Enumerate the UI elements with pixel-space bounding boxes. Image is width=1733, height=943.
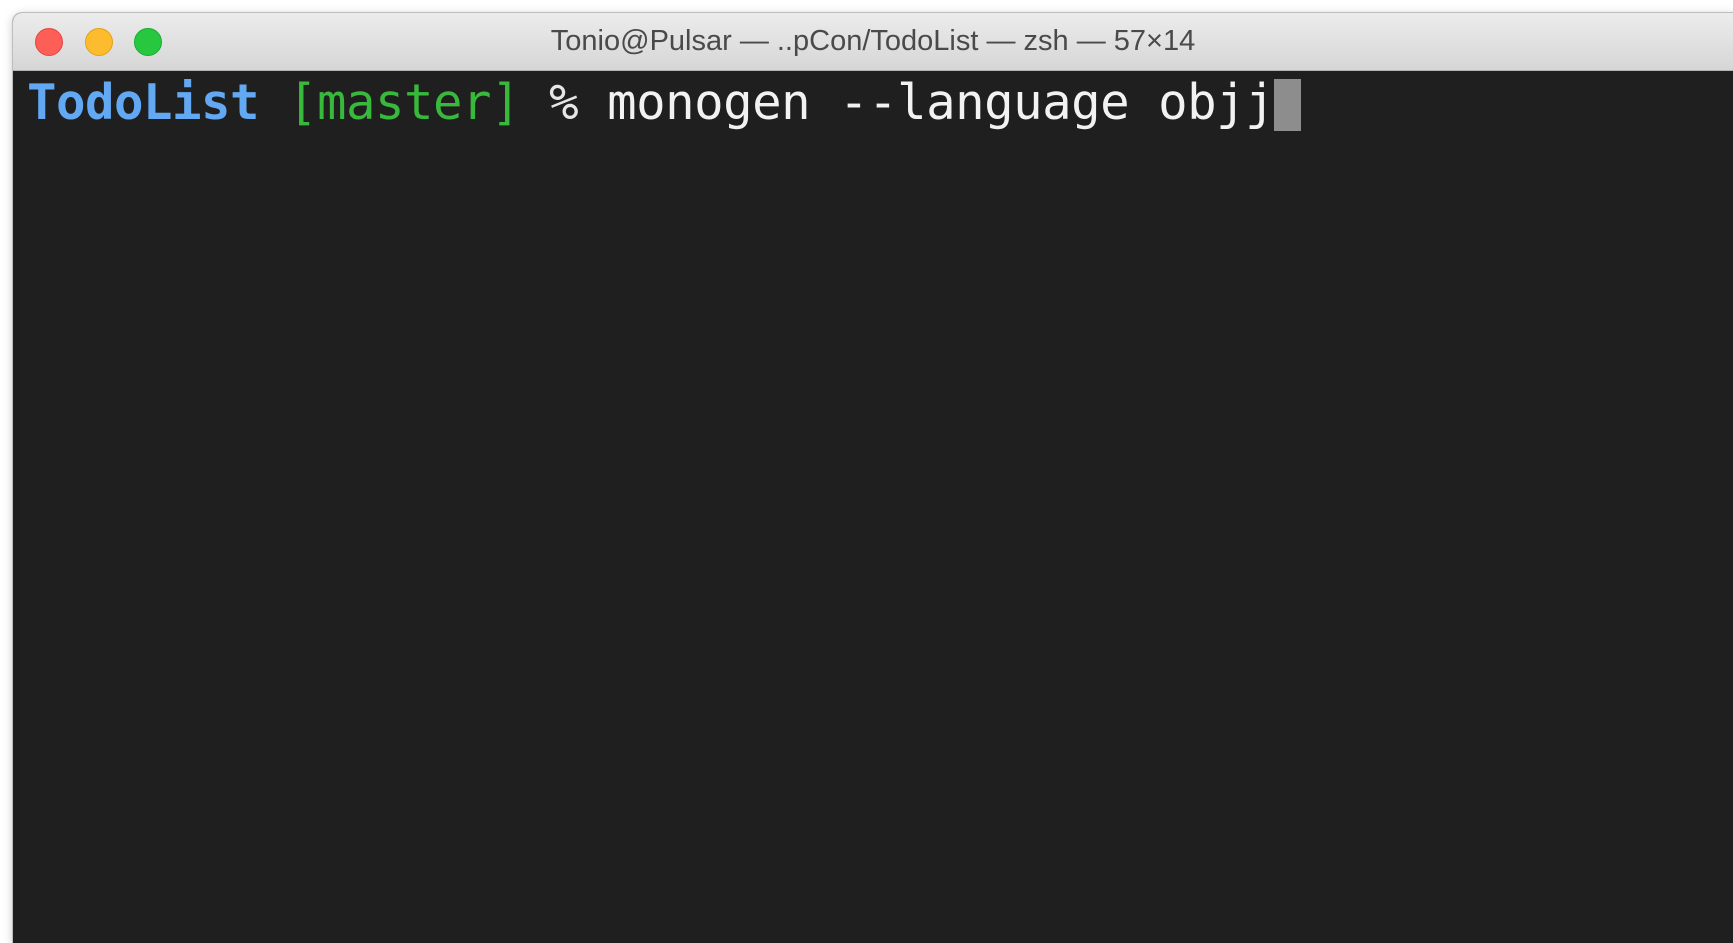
command-line[interactable]: TodoList [master] % monogen --language o… xyxy=(27,74,1302,131)
prompt-directory: TodoList xyxy=(27,74,260,131)
prompt-symbol: % xyxy=(549,74,579,131)
terminal-window: Tonio@Pulsar — ..pCon/TodoList — zsh — 5… xyxy=(13,13,1733,943)
prompt-branch: [master] xyxy=(288,74,521,131)
text-cursor xyxy=(1274,79,1302,131)
title-bar[interactable]: Tonio@Pulsar — ..pCon/TodoList — zsh — 5… xyxy=(13,13,1733,71)
terminal-content[interactable]: TodoList [master] % monogen --language o… xyxy=(13,71,1733,943)
window-title: Tonio@Pulsar — ..pCon/TodoList — zsh — 5… xyxy=(550,25,1196,57)
command-input[interactable]: monogen --language objj xyxy=(607,74,1275,131)
